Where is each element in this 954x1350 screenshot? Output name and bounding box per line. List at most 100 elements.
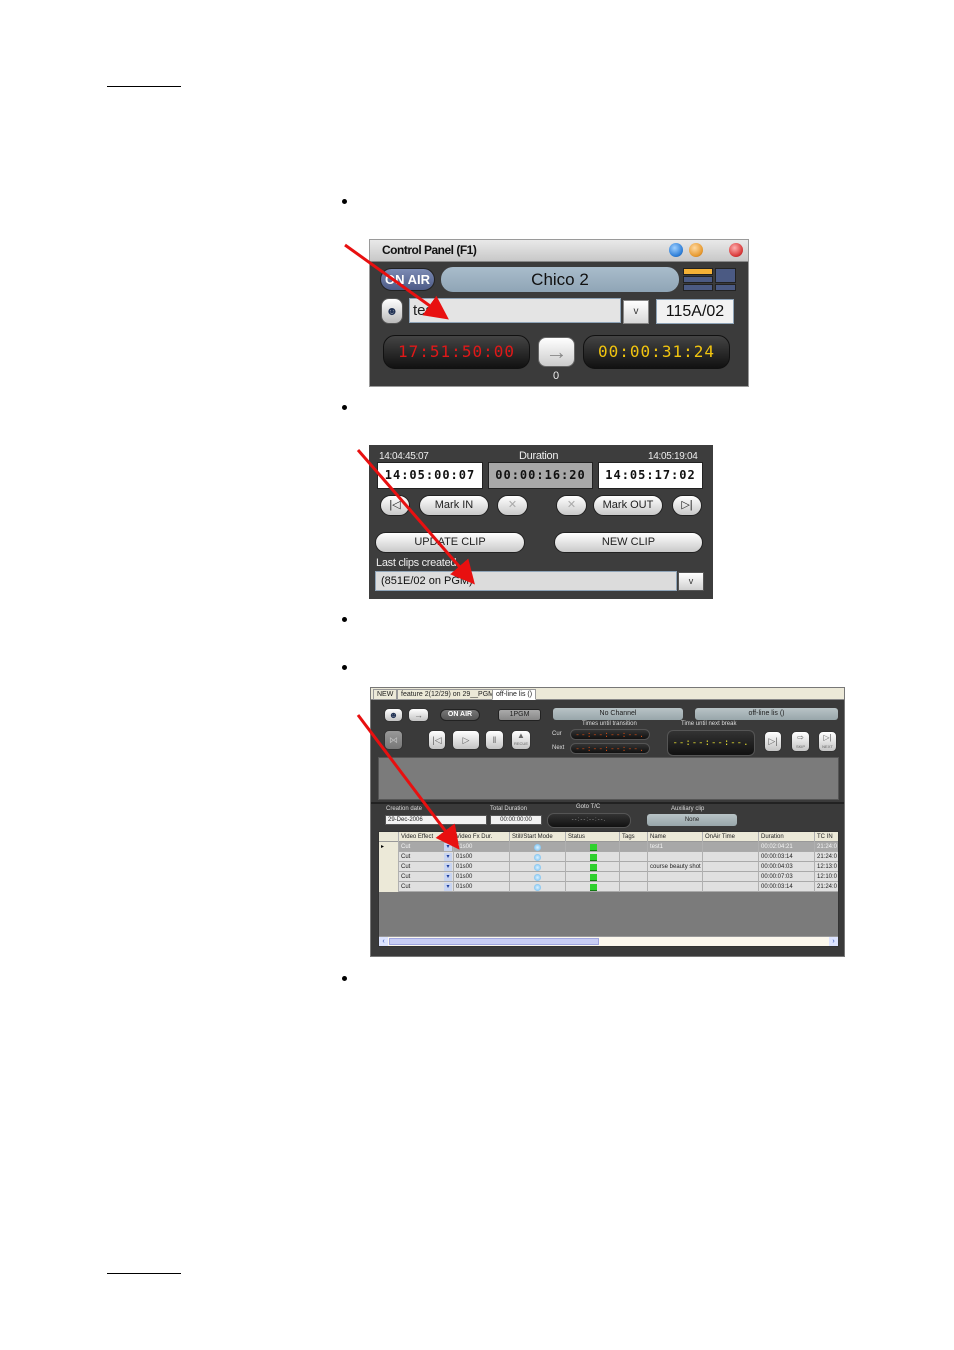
recue-label: RECUE — [513, 741, 528, 746]
status-ready-icon — [590, 844, 597, 851]
table-row[interactable]: Cut ▾ 01s00 00:00:03:14 21:24:0 — [379, 882, 838, 892]
last-clips-field[interactable]: (851E/02 on PGM) — [375, 571, 677, 591]
mark-out-timecode[interactable]: 14:05:17:02 — [598, 462, 703, 489]
tab-feature[interactable]: feature 2(12/29) on 29__PGM_1 — [397, 689, 506, 700]
scrollbar-thumb[interactable] — [389, 938, 599, 945]
pause-button[interactable]: ‖ — [485, 730, 504, 750]
still-mode-icon[interactable] — [534, 844, 541, 851]
next-icon: ▷| — [823, 733, 832, 742]
layout-cell[interactable] — [683, 276, 713, 283]
minimize-icon[interactable] — [689, 243, 703, 257]
layout-cell[interactable] — [683, 284, 713, 291]
pgm-button[interactable]: 1PGM — [498, 709, 541, 721]
effect-dropdown-icon[interactable]: ▾ — [444, 873, 452, 881]
effect-value: Cut — [401, 844, 411, 850]
out-reference-tc: 14:05:19:04 — [648, 451, 698, 462]
bullet-5 — [342, 976, 347, 981]
column-header-video-fx-dur[interactable]: Video Fx Dur. — [454, 832, 510, 842]
table-row[interactable]: Cut ▾ 01s00 course beauty shot 00:00:04:03 12… — [379, 862, 838, 872]
recue-button[interactable]: ▲ RECUE — [511, 730, 531, 750]
cell-duration: 00:02:04:21 — [759, 842, 815, 852]
goto-out-button[interactable]: ▷| — [672, 495, 702, 516]
still-mode-icon[interactable] — [534, 864, 541, 871]
go-arrow-button[interactable]: → — [538, 337, 575, 367]
cell-video-fx-dur: 01s00 — [454, 882, 510, 892]
new-clip-button[interactable]: NEW CLIP — [554, 532, 703, 553]
transition-button[interactable]: ⋈ — [384, 730, 403, 750]
on-air-button[interactable]: ON AIR — [440, 709, 480, 721]
mark-in-button[interactable]: Mark IN — [419, 495, 489, 516]
goto-in-button[interactable]: |◁ — [428, 730, 446, 750]
layout-selector[interactable] — [683, 268, 737, 292]
mark-out-button[interactable]: Mark OUT — [593, 495, 663, 516]
cell-video-effect[interactable]: Cut ▾ — [399, 842, 454, 852]
last-clips-dropdown[interactable]: v — [678, 572, 704, 591]
effect-dropdown-icon[interactable]: ▾ — [444, 863, 452, 871]
control-panel-titlebar[interactable]: Control Panel (F1) — [370, 240, 748, 262]
auxiliary-clip-field[interactable]: None — [647, 814, 737, 826]
on-air-button[interactable]: ON AIR — [380, 268, 435, 291]
cell-name — [648, 852, 703, 862]
column-header-duration[interactable]: Duration — [759, 832, 815, 842]
clip-name-field[interactable]: test — [409, 298, 621, 323]
table-row[interactable]: Cut ▾ 01s00 00:00:07:03 12:10:0 — [379, 872, 838, 882]
clear-in-button[interactable]: ✕ — [497, 495, 528, 516]
cell-name — [648, 872, 703, 882]
channel-name-display: Chico 2 — [441, 267, 679, 292]
cell-video-effect[interactable]: Cut ▾ — [399, 872, 454, 882]
goto-in-button[interactable]: |◁ — [380, 495, 410, 516]
clear-out-button[interactable]: ✕ — [556, 495, 587, 516]
skip-button[interactable]: ⇨ SKIP — [791, 731, 810, 752]
next-button[interactable]: ▷| NEXT — [818, 731, 837, 752]
cell-status — [566, 852, 620, 862]
cell-status — [566, 872, 620, 882]
play-button[interactable]: ▷ — [452, 730, 480, 750]
user-icon[interactable]: ☻ — [381, 298, 403, 324]
cell-still-start-mode — [510, 842, 566, 852]
bullet-4 — [342, 665, 347, 670]
row-handle — [379, 872, 399, 882]
column-header-tc-in[interactable]: TC IN — [815, 832, 838, 842]
layout-cell-active[interactable] — [683, 268, 713, 275]
still-mode-icon[interactable] — [534, 854, 541, 861]
column-header-still-start-mode[interactable]: Still/Start Mode — [510, 832, 566, 842]
layout-cell[interactable] — [715, 284, 736, 291]
clear-in-icon: ✕ — [507, 499, 518, 511]
table-row[interactable]: Cut ▾ 01s00 00:00:03:14 21:24:0 — [379, 852, 838, 862]
effect-dropdown-icon[interactable]: ▾ — [444, 883, 452, 891]
still-mode-icon[interactable] — [534, 874, 541, 881]
cell-video-effect[interactable]: Cut ▾ — [399, 852, 454, 862]
scroll-right-icon[interactable]: › — [829, 937, 838, 946]
cell-video-effect[interactable]: Cut ▾ — [399, 862, 454, 872]
column-header-name[interactable]: Name — [648, 832, 703, 842]
column-header-onair-time[interactable]: OnAir Time — [703, 832, 759, 842]
dock-icon[interactable] — [669, 243, 683, 257]
clip-id-field[interactable]: 115A/02 — [656, 299, 734, 324]
effect-dropdown-icon[interactable]: ▾ — [444, 843, 452, 851]
mark-in-timecode[interactable]: 14:05:00:07 — [377, 462, 483, 489]
playlist-name-field: off-line lis () — [695, 708, 838, 720]
tab-offline-list[interactable]: off-line lis () — [492, 689, 537, 700]
update-clip-button[interactable]: UPDATE CLIP — [375, 532, 525, 553]
horizontal-scrollbar[interactable]: ‹ › — [379, 936, 838, 946]
cell-still-start-mode — [510, 872, 566, 882]
user-button[interactable]: ☻ — [384, 708, 403, 722]
layout-cell[interactable] — [715, 268, 736, 283]
column-header-status[interactable]: Status — [566, 832, 620, 842]
effect-dropdown-icon[interactable]: ▾ — [444, 853, 452, 861]
table-row[interactable]: ▸ Cut ▾ 01s00 test1 00:02:04:21 21:24:0 — [379, 842, 838, 852]
tab-new[interactable]: NEW — [373, 689, 398, 700]
column-header-tags[interactable]: Tags — [620, 832, 648, 842]
goto-tc-field[interactable]: --:--:--:--. — [547, 813, 631, 828]
cell-video-effect[interactable]: Cut ▾ — [399, 882, 454, 892]
goto-out-button[interactable]: ▷| — [764, 731, 782, 752]
column-header-video-effect[interactable]: Video Effect — [399, 832, 454, 842]
go-arrow-button[interactable]: → — [408, 708, 429, 722]
header-rule — [107, 86, 181, 87]
cell-status — [566, 882, 620, 892]
close-icon[interactable] — [729, 243, 743, 257]
clip-dropdown-button[interactable]: v — [623, 300, 649, 324]
still-mode-icon[interactable] — [534, 884, 541, 891]
scroll-left-icon[interactable]: ‹ — [379, 937, 388, 946]
in-reference-tc: 14:04:45:07 — [379, 451, 429, 462]
